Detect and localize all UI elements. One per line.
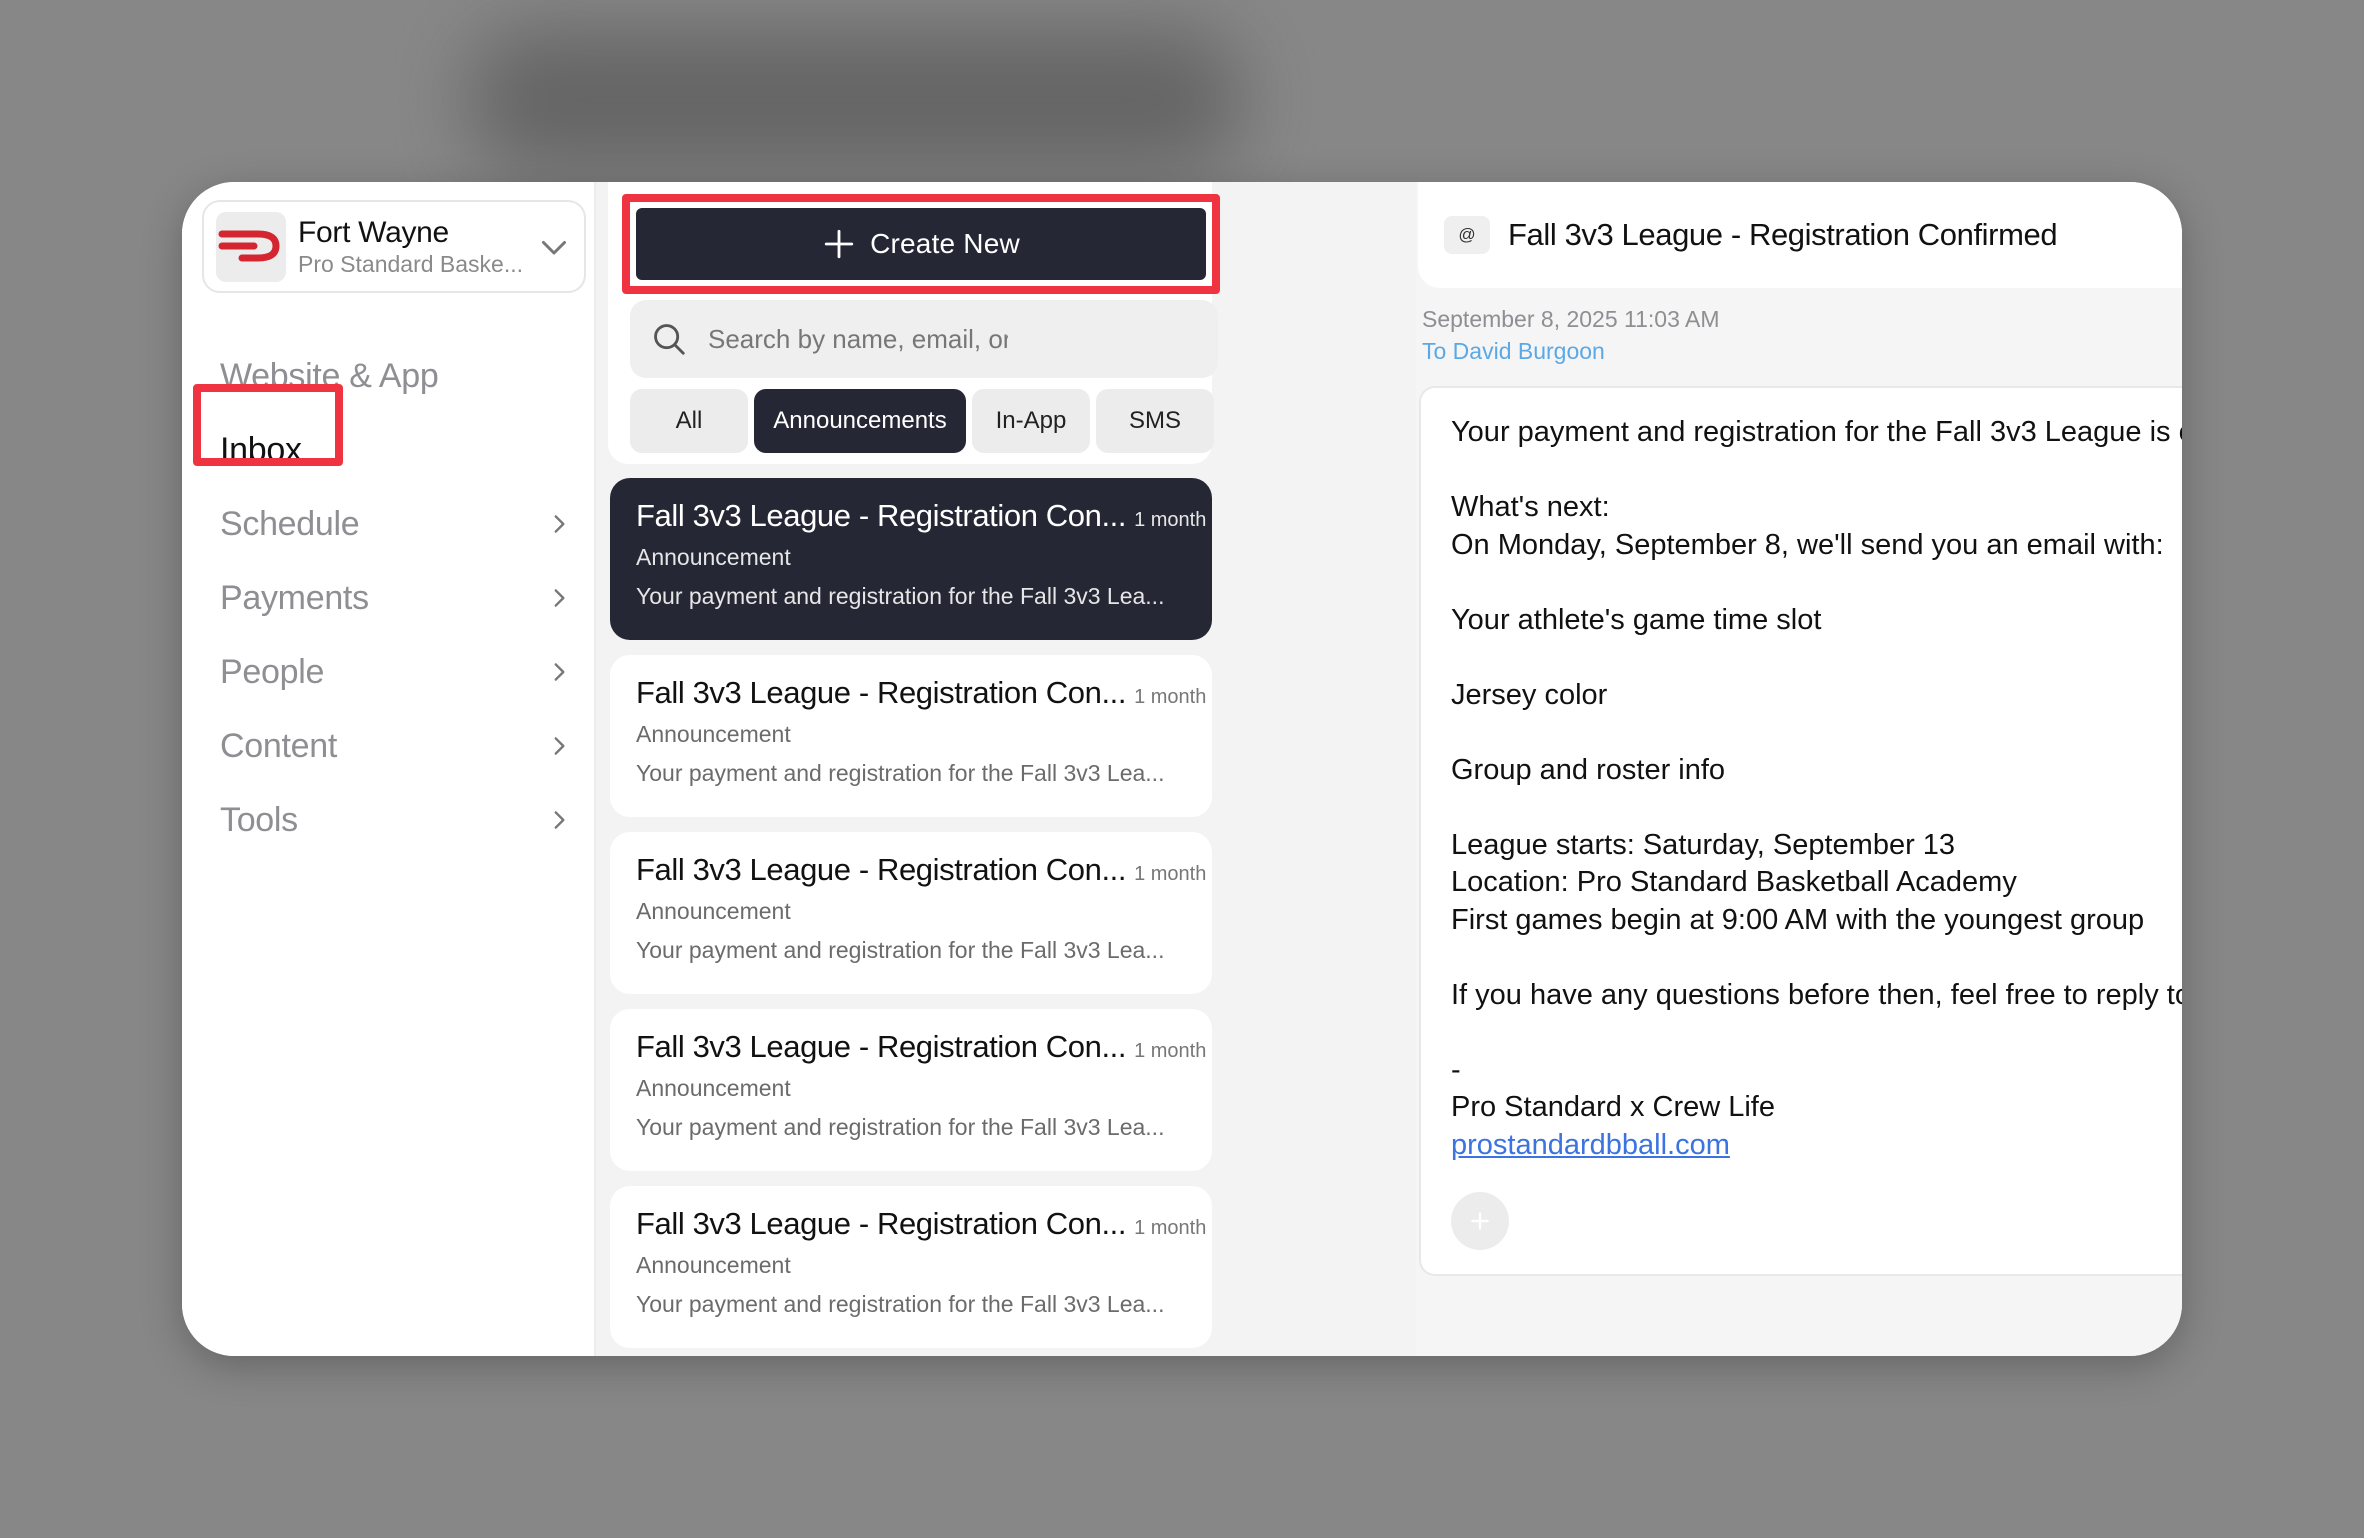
body-line: Your athlete's game time slot (1451, 603, 1822, 636)
sidebar-item-label: People (220, 652, 325, 691)
message-type: Announcement (636, 1075, 791, 1101)
search-bar (630, 300, 1218, 378)
message-title: Fall 3v3 League - Registration Con... (636, 498, 1127, 533)
message-preview: Your payment and registration for the Fa… (636, 937, 1165, 963)
message-item[interactable]: Fall 3v3 League - Registration Con... 1 … (610, 832, 1212, 994)
sidebar-item-people[interactable]: People (220, 642, 572, 702)
body-line: Location: Pro Standard Basketball Academ… (1451, 866, 2017, 898)
message-title: Fall 3v3 League - Registration Con... (636, 1206, 1127, 1241)
detail-recipient[interactable]: To David Burgoon (1422, 338, 1605, 365)
body-line: First games begin at 9:00 AM with the yo… (1451, 903, 2145, 936)
detail-header: @ Fall 3v3 League - Registration Confirm… (1418, 182, 2182, 288)
message-item[interactable]: Fall 3v3 League - Registration Con... 1 … (610, 478, 1212, 640)
app-window: Fort Wayne Pro Standard Baske... Website… (182, 182, 2182, 1356)
chevron-right-icon (554, 515, 565, 533)
filter-sms[interactable]: SMS (1096, 389, 1214, 453)
filter-tabs: All Announcements In-App SMS (630, 389, 1220, 453)
message-body-text: Your payment and registration for the Fa… (1451, 414, 2182, 1127)
filter-in-app[interactable]: In-App (972, 389, 1090, 453)
message-preview: Your payment and registration for the Fa… (636, 583, 1165, 609)
message-time: 1 month (1134, 686, 1207, 708)
background-shadow (470, 30, 1240, 170)
sidebar-item-label: Content (220, 726, 337, 765)
message-item[interactable]: Fall 3v3 League - Registration Con... 1 … (610, 1009, 1212, 1171)
message-preview: Your payment and registration for the Fa… (636, 1291, 1165, 1317)
message-type: Announcement (636, 1252, 791, 1278)
sidebar-item-label: Tools (220, 800, 298, 839)
website-link[interactable]: prostandardbball.com (1451, 1127, 2152, 1165)
message-detail: @ Fall 3v3 League - Registration Confirm… (1416, 182, 2182, 1356)
message-time: 1 month (1134, 863, 1207, 885)
body-line: Group and roster info (1451, 753, 1726, 786)
filter-all[interactable]: All (630, 389, 748, 453)
message-item[interactable]: Fall 3v3 League - Registration Con... 1 … (610, 1186, 1212, 1348)
message-title: Fall 3v3 League - Registration Con... (636, 852, 1127, 887)
chevron-right-icon (554, 589, 565, 607)
search-input[interactable] (708, 323, 1008, 355)
org-name: Fort Wayne (298, 215, 449, 249)
message-title: Fall 3v3 League - Registration Con... (636, 675, 1127, 710)
org-subtitle: Pro Standard Baske... (298, 250, 524, 277)
email-at-icon: @ (1444, 216, 1490, 254)
body-line: Pro Standard x Crew Life (1451, 1091, 1775, 1123)
sidebar-item-label: Payments (220, 578, 369, 617)
message-type: Announcement (636, 721, 791, 747)
chevron-right-icon (554, 663, 565, 681)
message-type: Announcement (636, 898, 791, 924)
sidebar-item-schedule[interactable]: Schedule (220, 494, 572, 554)
sidebar-item-payments[interactable]: Payments (220, 568, 572, 628)
filter-announcements[interactable]: Announcements (754, 389, 966, 453)
message-time: 1 month (1134, 1217, 1207, 1239)
message-title: Fall 3v3 League - Registration Con... (636, 1029, 1127, 1064)
sidebar: Fort Wayne Pro Standard Baske... Website… (182, 182, 596, 1356)
detail-title: Fall 3v3 League - Registration Confirmed (1508, 217, 2058, 252)
list-header: Create New All Announcements In-App SMS (608, 182, 1220, 464)
org-switcher[interactable]: Fort Wayne Pro Standard Baske... (202, 200, 586, 293)
message-item[interactable]: Fall 3v3 League - Registration Con... 1 … (610, 655, 1212, 817)
search-icon (654, 324, 685, 355)
plus-icon (1471, 1212, 1489, 1230)
chevron-right-icon (554, 737, 565, 755)
body-line: Jersey color (1451, 678, 1608, 711)
sidebar-item-tools[interactable]: Tools (220, 790, 572, 850)
sidebar-item-label: Schedule (220, 504, 360, 543)
body-line: If you have any questions before then, f… (1451, 978, 2182, 1011)
body-line: - (1451, 1053, 1461, 1086)
chevron-right-icon (554, 811, 565, 829)
message-body: Your payment and registration for the Fa… (1419, 386, 2182, 1276)
message-list-column: Create New All Announcements In-App SMS … (596, 182, 1416, 1356)
plus-icon (824, 229, 854, 259)
org-logo (216, 211, 286, 282)
message-preview: Your payment and registration for the Fa… (636, 760, 1165, 786)
chevron-down-icon (542, 240, 566, 254)
sidebar-item-content[interactable]: Content (220, 716, 572, 776)
detail-date: September 8, 2025 11:03 AM (1422, 306, 1720, 332)
message-time: 1 month (1134, 509, 1207, 531)
message-time: 1 month (1134, 1040, 1207, 1062)
message-type: Announcement (636, 544, 791, 570)
create-new-button[interactable]: Create New (636, 208, 1206, 280)
inbox-highlight-box (193, 384, 343, 466)
message-preview: Your payment and registration for the Fa… (636, 1114, 1165, 1140)
body-line: League starts: Saturday, September 13 (1451, 828, 1956, 861)
body-line: On Monday, September 8, we'll send you a… (1451, 528, 2164, 561)
body-line: What's next: (1451, 491, 1610, 523)
create-new-label: Create New (870, 228, 1020, 259)
body-line: Your payment and registration for the Fa… (1451, 416, 2182, 448)
add-reaction-button[interactable] (1451, 1192, 1509, 1250)
